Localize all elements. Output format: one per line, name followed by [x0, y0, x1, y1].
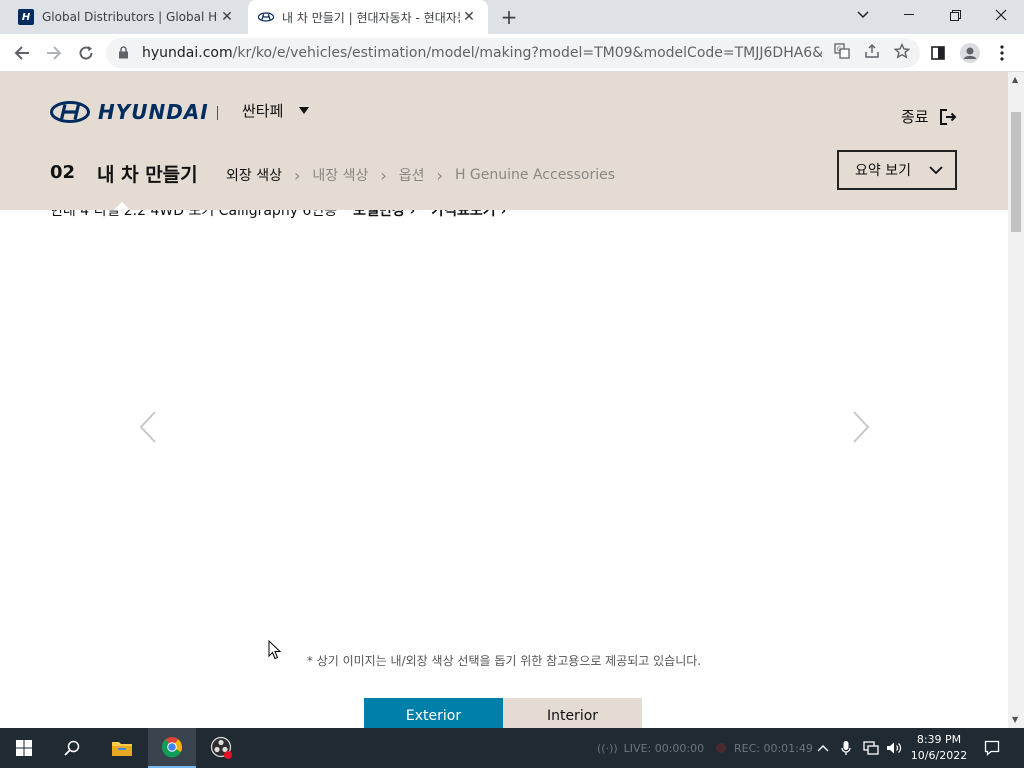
- notification-center-icon[interactable]: [978, 728, 1006, 768]
- record-dot-icon: [716, 743, 726, 753]
- forward-arrow-icon[interactable]: [42, 41, 66, 65]
- tab-search-chevron-icon[interactable]: [840, 0, 886, 30]
- crumb-options[interactable]: 옵션: [399, 165, 425, 185]
- live-status: ((·)) LIVE: 00:00:00: [597, 728, 704, 768]
- file-explorer-button[interactable]: [98, 728, 146, 768]
- start-button[interactable]: [0, 728, 48, 768]
- lock-icon[interactable]: [118, 46, 132, 60]
- hyundai-header: HYUNDAI 싼타페 종료 02 내 차 만들기 외장 색상 › 내장 색상 …: [0, 72, 1008, 210]
- chevron-right-icon: ›: [293, 165, 301, 185]
- exterior-tab[interactable]: Exterior: [364, 698, 503, 728]
- share-icon[interactable]: [864, 43, 880, 63]
- chrome-icon: [161, 737, 183, 758]
- hyundai-favicon-icon: H: [18, 9, 34, 25]
- url-path: /kr/ko/e/vehicles/estimation/model/makin…: [232, 45, 822, 61]
- step-title: 내 차 만들기: [97, 164, 198, 186]
- view-toggle: Exterior Interior: [364, 698, 642, 728]
- live-label: LIVE: 00:00:00: [623, 741, 705, 755]
- windows-logo-icon: [16, 740, 32, 756]
- summary-view-button[interactable]: 요약 보기: [837, 150, 957, 190]
- close-tab-icon[interactable]: ✕: [218, 8, 236, 26]
- step-indicator-arrow: [114, 202, 130, 210]
- obs-recorder-icon: [210, 736, 232, 759]
- caret-down-icon: [299, 107, 310, 114]
- scrollbar-thumb[interactable]: [1011, 112, 1021, 232]
- new-tab-button[interactable]: +: [498, 5, 520, 29]
- rec-status: REC: 00:01:49: [716, 728, 813, 768]
- brand-wordmark: HYUNDAI: [98, 100, 209, 124]
- clock-time: 8:39 PM: [916, 733, 962, 746]
- step-number: 02: [50, 162, 76, 183]
- browser-tab-strip: H Global Distributors | Global Hyundai ✕…: [0, 0, 1024, 34]
- crumb-exterior-color[interactable]: 외장 색상: [226, 165, 282, 185]
- page-viewport: 현대 4 디젤 2.2 4WD 포커 Calligraphy 6인승 모델변경 …: [0, 72, 1008, 728]
- show-hidden-icons-chevron-icon[interactable]: [814, 728, 832, 768]
- interior-tab[interactable]: Interior: [503, 698, 642, 728]
- mouse-cursor-icon: [268, 640, 282, 660]
- model-name: 싼타페: [242, 102, 284, 120]
- broadcast-icon: ((·)): [597, 741, 618, 755]
- carousel-prev-arrow-icon[interactable]: [138, 410, 158, 444]
- image-notice: * 상기 이미지는 내/외장 색상 선택을 돕기 위한 참고용으로 제공되고 있…: [306, 654, 702, 668]
- browser-tab-build-car[interactable]: 내 차 만들기 | 현대자동차 - 현대자동차 ✕: [248, 0, 488, 34]
- side-panel-icon[interactable]: [926, 41, 950, 65]
- hyundai-emblem-icon: [50, 101, 90, 123]
- browser-toolbar: hyundai.com/kr/ko/e/vehicles/estimation/…: [0, 34, 1024, 72]
- bookmark-star-icon[interactable]: [893, 42, 911, 63]
- microphone-icon[interactable]: [836, 728, 856, 768]
- browser-tab-global-distributors[interactable]: H Global Distributors | Global Hyundai ✕: [8, 0, 246, 34]
- search-icon: [64, 740, 80, 756]
- folder-icon: [112, 742, 132, 756]
- crumb-interior-color[interactable]: 내장 색상: [312, 165, 368, 185]
- reload-icon[interactable]: [74, 41, 98, 65]
- rec-label: REC: 00:01:49: [734, 741, 813, 755]
- profile-avatar-icon[interactable]: [958, 41, 982, 65]
- url-text[interactable]: hyundai.com/kr/ko/e/vehicles/estimation/…: [142, 45, 822, 61]
- scroll-up-icon[interactable]: ▲: [1012, 76, 1020, 84]
- scroll-down-icon[interactable]: ▼: [1012, 716, 1020, 724]
- address-bar[interactable]: hyundai.com/kr/ko/e/vehicles/estimation/…: [106, 38, 920, 68]
- exit-button[interactable]: 종료: [901, 106, 957, 127]
- taskbar-clock[interactable]: 8:39 PM 10/6/2022: [908, 732, 970, 764]
- translate-icon[interactable]: G: [834, 43, 850, 63]
- chrome-taskbar-button[interactable]: [148, 728, 196, 768]
- chevron-right-icon: ›: [436, 165, 443, 185]
- chevron-right-icon: ›: [380, 165, 387, 185]
- exit-label: 종료: [901, 108, 929, 126]
- hyundai-logo[interactable]: HYUNDAI: [50, 100, 209, 124]
- hyundai-favicon-icon: [258, 9, 274, 25]
- tab-title: 내 차 만들기 | 현대자동차 - 현대자동차: [282, 10, 460, 25]
- close-window-button[interactable]: [978, 0, 1024, 30]
- svg-text:G: G: [837, 46, 842, 53]
- url-host: hyundai.com: [142, 45, 233, 61]
- back-arrow-icon[interactable]: [10, 41, 34, 65]
- crumb-accessories[interactable]: H Genuine Accessories: [455, 167, 615, 183]
- network-icon[interactable]: [860, 728, 882, 768]
- carousel-next-arrow-icon[interactable]: [851, 410, 871, 444]
- more-menu-icon[interactable]: [990, 41, 1014, 65]
- page-scrollbar[interactable]: ▲ ▼: [1008, 72, 1024, 728]
- minimize-button[interactable]: [886, 0, 932, 30]
- exit-icon: [939, 108, 957, 125]
- search-button[interactable]: [48, 728, 96, 768]
- chevron-down-icon: [929, 166, 943, 174]
- volume-icon[interactable]: [884, 728, 904, 768]
- tab-title: Global Distributors | Global Hyundai: [42, 10, 218, 24]
- windows-taskbar: ((·)) LIVE: 00:00:00 REC: 00:01:49 8:39 …: [0, 728, 1024, 768]
- summary-label: 요약 보기: [855, 163, 911, 179]
- clock-date: 10/6/2022: [910, 749, 968, 762]
- model-selector[interactable]: 싼타페: [242, 100, 310, 121]
- close-tab-icon[interactable]: ✕: [460, 8, 478, 26]
- restore-button[interactable]: [932, 0, 978, 30]
- header-divider: [217, 106, 218, 120]
- obs-taskbar-button[interactable]: [198, 728, 246, 768]
- step-breadcrumb: 외장 색상 › 내장 색상 › 옵션 › H Genuine Accessori…: [226, 165, 615, 185]
